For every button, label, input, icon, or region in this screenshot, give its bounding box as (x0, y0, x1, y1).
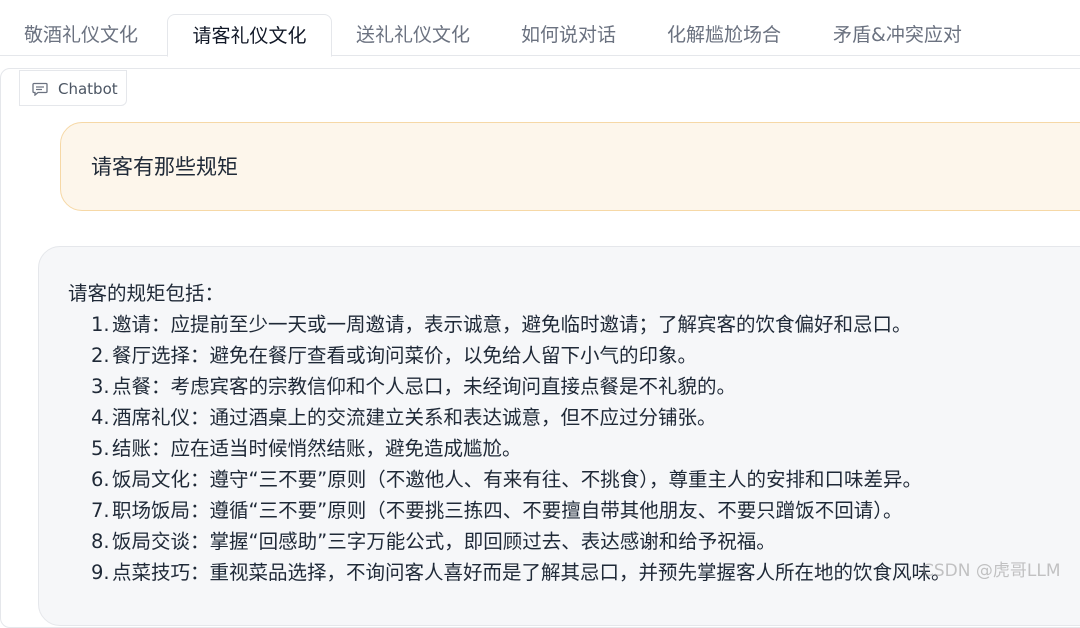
list-item-text: 结账：应在适当时候悄然结账，避免造成尴尬。 (112, 437, 522, 460)
chatbot-label: Chatbot (19, 70, 127, 106)
list-item-number: 2. (91, 344, 110, 367)
tab-bar: 敬酒礼仪文化 请客礼仪文化 送礼礼仪文化 如何说对话 化解尴尬场合 矛盾&冲突应… (0, 0, 1080, 57)
list-item-text: 餐厅选择：避免在餐厅查看或询问菜价，以免给人留下小气的印象。 (112, 344, 698, 367)
tab-how-to-speak[interactable]: 如何说对话 (521, 14, 616, 56)
user-message: 请客有那些规矩 (60, 122, 1080, 211)
list-item-text: 邀请：应提前至少一天或一周邀请，表示诚意，避免临时邀请；了解宾客的饮食偏好和忌口… (112, 313, 912, 336)
watermark: CSDN @虎哥LLM (922, 561, 1061, 581)
list-item-number: 5. (91, 437, 110, 460)
bot-message-intro: 请客的规矩包括： (68, 282, 225, 305)
list-item-number: 3. (91, 375, 110, 398)
list-item-text: 点菜技巧：重视菜品选择，不询问客人喜好而是了解其忌口，并预先掌握客人所在地的饮食… (112, 561, 951, 584)
tab-hosting-etiquette[interactable]: 请客礼仪文化 (167, 14, 332, 57)
list-item-number: 6. (91, 468, 110, 491)
tab-resolve-awkward[interactable]: 化解尴尬场合 (667, 14, 781, 56)
list-item-text: 酒席礼仪：通过酒桌上的交流建立关系和表达诚意，但不应过分铺张。 (112, 406, 717, 429)
list-item-text: 职场饭局：遵循“三不要”原则（不要挑三拣四、不要擅自带其他朋友、不要只蹭饭不回请… (112, 499, 903, 522)
user-message-text: 请客有那些规矩 (91, 155, 238, 179)
list-item-number: 9. (91, 561, 110, 584)
list-item-text: 饭局交谈：掌握“回感助”三字万能公式，即回顾过去、表达感谢和给予祝福。 (112, 530, 776, 553)
tab-toasting-etiquette[interactable]: 敬酒礼仪文化 (24, 14, 138, 56)
tab-conflict-handling[interactable]: 矛盾&冲突应对 (833, 14, 962, 56)
list-item-text: 饭局文化：遵守“三不要”原则（不邀他人、有来有往、不挑食），尊重主人的安排和口味… (112, 468, 922, 491)
list-item-number: 4. (91, 406, 110, 429)
list-item-number: 7. (91, 499, 110, 522)
chatbot-label-text: Chatbot (58, 80, 118, 98)
tab-gift-etiquette[interactable]: 送礼礼仪文化 (356, 14, 470, 56)
list-item-number: 8. (91, 530, 110, 553)
list-item-number: 1. (91, 313, 110, 336)
list-item-text: 点餐：考虑宾客的宗教信仰和个人忌口，未经询问直接点餐是不礼貌的。 (112, 375, 737, 398)
chat-bubble-icon (32, 82, 48, 96)
